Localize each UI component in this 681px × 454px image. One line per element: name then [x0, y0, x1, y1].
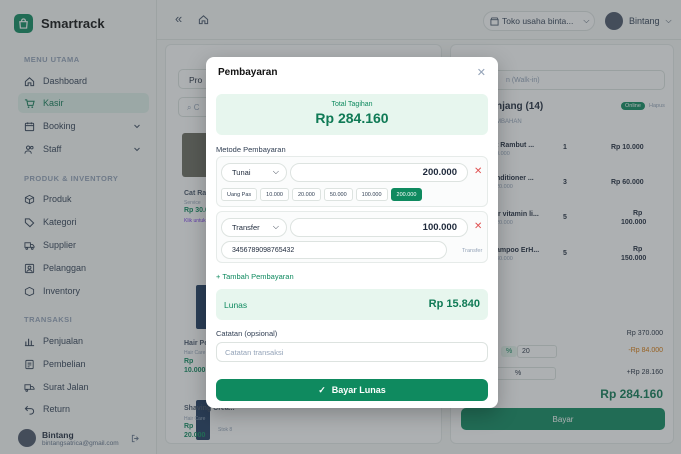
- payment-method-value: Transfer: [232, 223, 260, 232]
- total-bill-label: Total Tagihan: [331, 101, 373, 108]
- payment-status-label: Lunas: [224, 300, 248, 310]
- remove-payment-icon[interactable]: ✕: [474, 221, 482, 232]
- close-icon[interactable]: ✕: [477, 66, 486, 79]
- check-icon: ✓: [318, 384, 326, 395]
- quick-amount-chip[interactable]: 20.000: [291, 188, 321, 201]
- payment-method-label: Metode Pembayaran: [216, 145, 286, 154]
- payment-amount-input[interactable]: 100.000: [290, 218, 468, 237]
- quick-amount-chip[interactable]: Uang Pas: [221, 188, 258, 201]
- payment-reference-input[interactable]: 3456789098765432: [221, 241, 447, 259]
- add-payment-button[interactable]: + Tambah Pembayaran: [216, 272, 294, 281]
- payment-method-value: Tunai: [232, 168, 251, 177]
- note-label: Catatan (opsional): [216, 329, 278, 338]
- total-bill-value: Rp 284.160: [315, 110, 389, 126]
- pay-full-button[interactable]: ✓ Bayar Lunas: [216, 379, 488, 401]
- quick-amount-chips: Uang Pas 10.000 20.000 50.000 100.000 20…: [221, 188, 423, 201]
- app-root: Smartrack MENU UTAMA Dashboard Kasir Boo…: [0, 0, 681, 454]
- quick-amount-chip-selected[interactable]: 200.000: [390, 188, 423, 201]
- total-bill-card: Total Tagihan Rp 284.160: [216, 94, 488, 135]
- note-input[interactable]: Catatan transaksi: [216, 342, 488, 362]
- modal-title: Pembayaran: [218, 67, 278, 78]
- payment-status-value: Rp 15.840: [428, 298, 480, 310]
- quick-amount-chip[interactable]: 100.000: [355, 188, 388, 201]
- payment-reference-label: Transfer: [462, 248, 483, 254]
- quick-amount-chip[interactable]: 50.000: [323, 188, 353, 201]
- payment-row: Tunai ⌵ 200.000 ✕ Uang Pas 10.000 20.000…: [216, 156, 488, 207]
- payment-method-select[interactable]: Tunai ⌵: [221, 163, 287, 182]
- chevron-down-icon: ⌵: [272, 222, 279, 231]
- payment-status-card: Lunas Rp 15.840: [216, 289, 488, 320]
- quick-amount-chip[interactable]: 10.000: [260, 188, 289, 201]
- payment-row: Transfer ⌵ 100.000 ✕ 3456789098765432 Tr…: [216, 211, 488, 263]
- remove-payment-icon[interactable]: ✕: [474, 166, 482, 177]
- pay-full-label: Bayar Lunas: [331, 385, 386, 395]
- chevron-down-icon: ⌵: [272, 167, 279, 176]
- payment-amount-input[interactable]: 200.000: [290, 163, 468, 182]
- payment-modal: Pembayaran ✕ Total Tagihan Rp 284.160 Me…: [206, 57, 498, 408]
- payment-method-select[interactable]: Transfer ⌵: [221, 218, 287, 237]
